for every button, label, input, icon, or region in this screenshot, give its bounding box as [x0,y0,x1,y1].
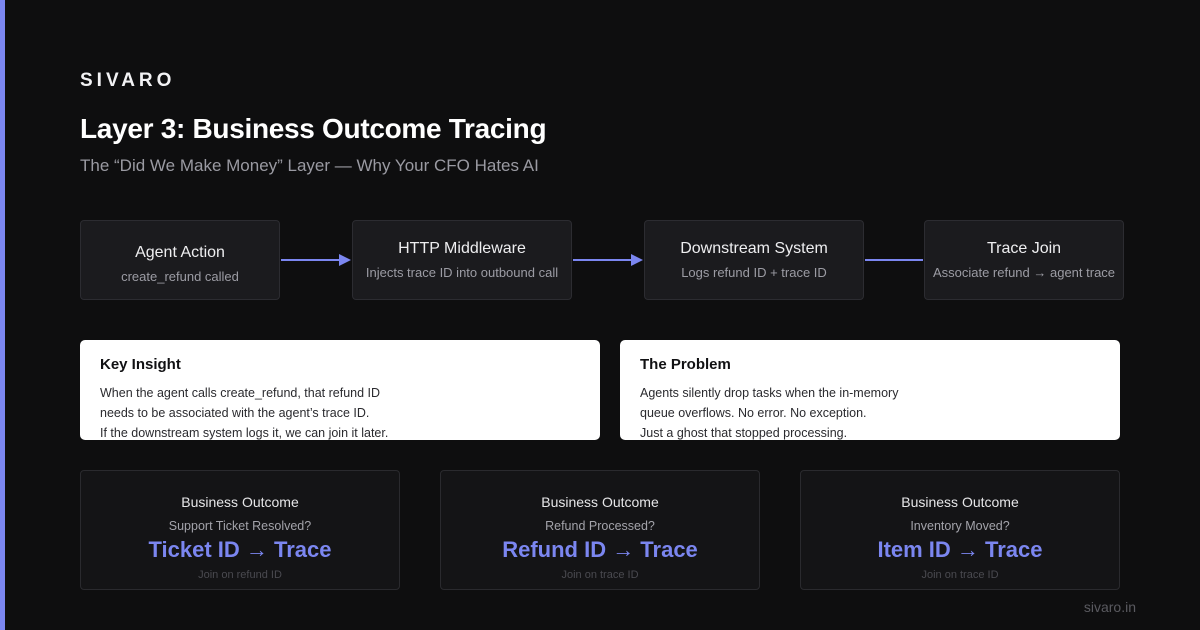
brand-logo: SIVARO [80,70,176,91]
card-line: If the downstream system logs it, we can… [100,426,389,440]
flow-step-downstream-system: Downstream System Logs refund ID + trace… [644,220,864,300]
key-insight-card: Key Insight When the agent calls create_… [80,340,600,440]
page-title: Layer 3: Business Outcome Tracing [80,113,547,144]
outcome-label: Business Outcome [541,494,659,510]
card-line: Just a ghost that stopped processing. [640,426,848,440]
outcome-label: Business Outcome [181,494,299,510]
card-line: Agents silently drop tasks when the in-m… [640,386,899,400]
flow-step-title: Downstream System [680,240,828,257]
card-line: needs to be associated with the agent’s … [100,406,370,420]
card-title: The Problem [640,356,731,373]
slide: SIVARO Layer 3: Business Outcome Tracing… [0,0,1200,630]
outcome-ticket: Business Outcome Support Ticket Resolved… [80,470,400,590]
flow-connector [281,259,339,261]
card-title: Key Insight [100,356,181,373]
footer-url: sivaro.in [1083,599,1136,615]
outcome-join: Join on refund ID [198,569,282,581]
card-line: queue overflows. No error. No exception. [640,406,867,420]
flow-step-http-middleware: HTTP Middleware Injects trace ID into ou… [352,220,572,300]
outcome-label: Business Outcome [901,494,1019,510]
outcome-question: Refund Processed? [545,519,655,533]
outcome-refund: Business Outcome Refund Processed? Refun… [440,470,760,590]
flow-step-desc: Injects trace ID into outbound call [365,265,559,280]
outcome-question: Support Ticket Resolved? [168,519,312,533]
arrow-right-icon [631,254,643,266]
accent-bar [0,0,5,630]
arrow-right-icon [339,254,351,266]
outcome-join: Join on trace ID [921,569,999,581]
outcome-join: Join on trace ID [561,569,639,581]
outcome-inventory: Business Outcome Inventory Moved? Item I… [800,470,1120,590]
flow-connector [865,259,923,261]
flow-step-title: Trace Join [986,240,1062,257]
flow-step-desc: create_refund called [121,269,239,284]
card-line: When the agent calls create_refund, that… [100,386,381,400]
outcome-mapping: Item ID → Trace [877,537,1043,562]
flow-step-agent-action: Agent Action create_refund called [80,220,280,300]
outcome-question: Inventory Moved? [910,519,1010,533]
flow-step-trace-join: Trace Join Associate refund → agent trac… [924,220,1124,300]
flow-step-title: HTTP Middleware [398,240,526,257]
flow-step-desc: Logs refund ID + trace ID [681,265,827,280]
outcome-mapping: Ticket ID → Trace [148,537,332,562]
flow-step-desc: Associate refund → agent trace [932,265,1116,280]
problem-card: The Problem Agents silently drop tasks w… [620,340,1120,440]
flow-connector [573,259,631,261]
flow-step-title: Agent Action [135,244,225,261]
outcome-mapping: Refund ID → Trace [502,537,698,562]
page-subtitle: The “Did We Make Money” Layer — Why Your… [80,156,539,175]
